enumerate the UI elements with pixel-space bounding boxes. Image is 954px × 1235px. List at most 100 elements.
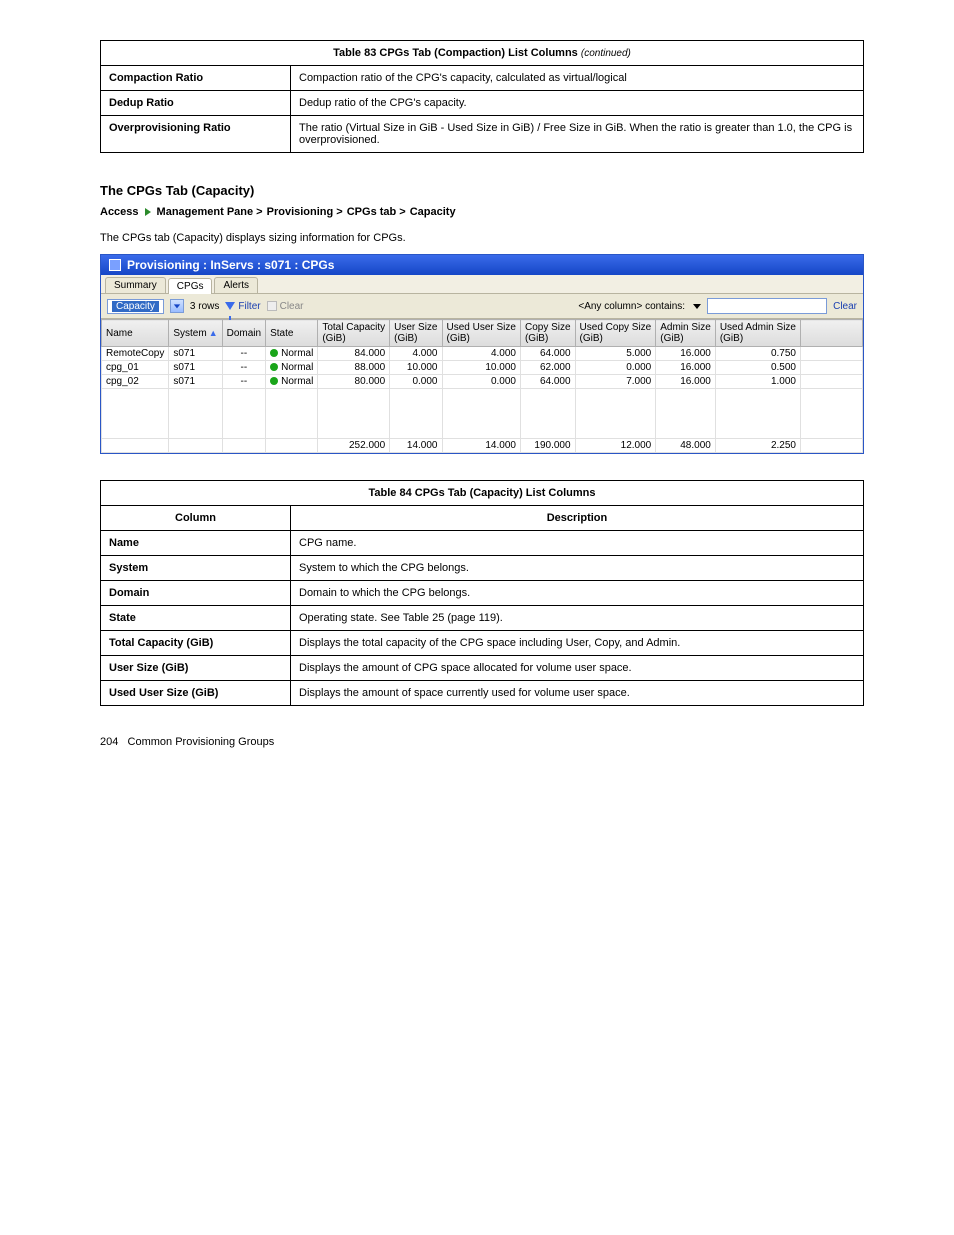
col-header-description: Description	[291, 506, 864, 531]
tab-summary[interactable]: Summary	[105, 277, 166, 293]
cell: 64.000	[520, 347, 575, 361]
cell-empty	[442, 389, 520, 439]
grid-header[interactable]: System▲	[169, 320, 222, 347]
cell-state: Normal	[266, 361, 318, 375]
table-83-continued: (continued)	[581, 48, 631, 59]
cell-empty	[800, 375, 862, 389]
clear-label: Clear	[280, 301, 304, 312]
table-row[interactable]: cpg_01s071--Normal88.00010.00010.00062.0…	[102, 361, 863, 375]
column-desc: Displays the total capacity of the CPG s…	[291, 631, 864, 656]
page-footer: 204 Common Provisioning Groups	[100, 736, 864, 748]
arrow-icon	[145, 208, 151, 216]
tab-bar: SummaryCPGsAlerts	[101, 275, 863, 294]
filter-scope-label: <Any column> contains:	[578, 301, 685, 312]
cell-state: Normal	[266, 375, 318, 389]
total-cell: 12.000	[575, 439, 656, 453]
cell: 7.000	[575, 375, 656, 389]
total-cell: 14.000	[390, 439, 442, 453]
cell: 10.000	[390, 361, 442, 375]
cell-empty	[390, 389, 442, 439]
grid-header[interactable]: Total Capacity(GiB)	[318, 320, 390, 347]
cell-empty	[800, 361, 862, 375]
cell-empty	[800, 347, 862, 361]
table-84-title: Table 84 CPGs Tab (Capacity) List Column…	[101, 481, 864, 506]
column-name: System	[101, 556, 291, 581]
section-description: The CPGs tab (Capacity) displays sizing …	[100, 232, 864, 244]
window-titlebar: Provisioning : InServs : s071 : CPGs	[101, 255, 863, 275]
cell-empty	[575, 389, 656, 439]
totals-row: 252.00014.00014.000190.00012.00048.0002.…	[102, 439, 863, 453]
column-desc: Compaction ratio of the CPG's capacity, …	[291, 66, 864, 91]
cell: 4.000	[390, 347, 442, 361]
cell: s071	[169, 361, 222, 375]
cpgs-grid: NameSystem▲DomainStateTotal Capacity(GiB…	[101, 319, 863, 453]
column-name: User Size (GiB)	[101, 656, 291, 681]
cell: 0.000	[390, 375, 442, 389]
dropdown-caret[interactable]	[170, 299, 184, 313]
cell: --	[222, 361, 265, 375]
chevron-down-icon[interactable]	[693, 304, 701, 309]
cell-empty	[169, 389, 222, 439]
crumb: Capacity	[410, 206, 456, 218]
column-name: Compaction Ratio	[101, 66, 291, 91]
grid-header-empty	[800, 320, 862, 347]
grid-header[interactable]: Used Admin Size(GiB)	[715, 320, 800, 347]
grid-header[interactable]: Admin Size(GiB)	[656, 320, 716, 347]
cell-empty	[169, 439, 222, 453]
cell-empty	[266, 439, 318, 453]
crumb: Management Pane >	[157, 206, 263, 218]
cell: 80.000	[318, 375, 390, 389]
cell: s071	[169, 347, 222, 361]
clear-link[interactable]: Clear	[833, 301, 857, 312]
grid-header[interactable]: Domain	[222, 320, 265, 347]
table-row[interactable]: cpg_02s071--Normal80.0000.0000.00064.000…	[102, 375, 863, 389]
page-number: 204	[100, 736, 118, 748]
cell: 62.000	[520, 361, 575, 375]
filter-label: Filter	[238, 301, 260, 312]
crumb: CPGs tab >	[347, 206, 406, 218]
tab-cpgs[interactable]: CPGs	[168, 278, 213, 294]
column-name: Name	[101, 531, 291, 556]
grid-header[interactable]: Used Copy Size(GiB)	[575, 320, 656, 347]
column-desc: The ratio (Virtual Size in GiB - Used Si…	[291, 116, 864, 153]
cell: 64.000	[520, 375, 575, 389]
column-name: Total Capacity (GiB)	[101, 631, 291, 656]
total-cell: 2.250	[715, 439, 800, 453]
column-desc: CPG name.	[291, 531, 864, 556]
window-title: Provisioning : InServs : s071 : CPGs	[127, 258, 334, 272]
status-dot-icon	[270, 349, 278, 357]
cell-empty	[800, 389, 862, 439]
column-name: State	[101, 606, 291, 631]
table-row[interactable]: RemoteCopys071--Normal84.0004.0004.00064…	[102, 347, 863, 361]
cell-state: Normal	[266, 347, 318, 361]
cell: cpg_02	[102, 375, 169, 389]
cell: 5.000	[575, 347, 656, 361]
grid-header[interactable]: Name	[102, 320, 169, 347]
section-heading: The CPGs Tab (Capacity)	[100, 183, 864, 198]
column-name: Domain	[101, 581, 291, 606]
cell: cpg_01	[102, 361, 169, 375]
tab-alerts[interactable]: Alerts	[214, 277, 258, 293]
filter-button[interactable]: Filter	[225, 301, 260, 312]
column-desc: Displays the amount of CPG space allocat…	[291, 656, 864, 681]
cell-empty	[102, 389, 169, 439]
grid-header[interactable]: State	[266, 320, 318, 347]
cell: 84.000	[318, 347, 390, 361]
grid-header[interactable]: User Size(GiB)	[390, 320, 442, 347]
filter-input[interactable]	[707, 298, 827, 314]
app-window: Provisioning : InServs : s071 : CPGs Sum…	[100, 254, 864, 454]
cell: 16.000	[656, 347, 716, 361]
cell-empty	[715, 389, 800, 439]
view-dropdown[interactable]: Capacity	[107, 299, 164, 314]
cell: 88.000	[318, 361, 390, 375]
view-dropdown-value: Capacity	[112, 301, 159, 312]
cell-empty	[800, 439, 862, 453]
status-dot-icon	[270, 363, 278, 371]
grid-header[interactable]: Copy Size(GiB)	[520, 320, 575, 347]
grid-header[interactable]: Used User Size(GiB)	[442, 320, 520, 347]
sort-asc-icon: ▲	[209, 328, 218, 338]
status-dot-icon	[270, 377, 278, 385]
crumb: Access	[100, 206, 139, 218]
cell: 1.000	[715, 375, 800, 389]
cell: 4.000	[442, 347, 520, 361]
